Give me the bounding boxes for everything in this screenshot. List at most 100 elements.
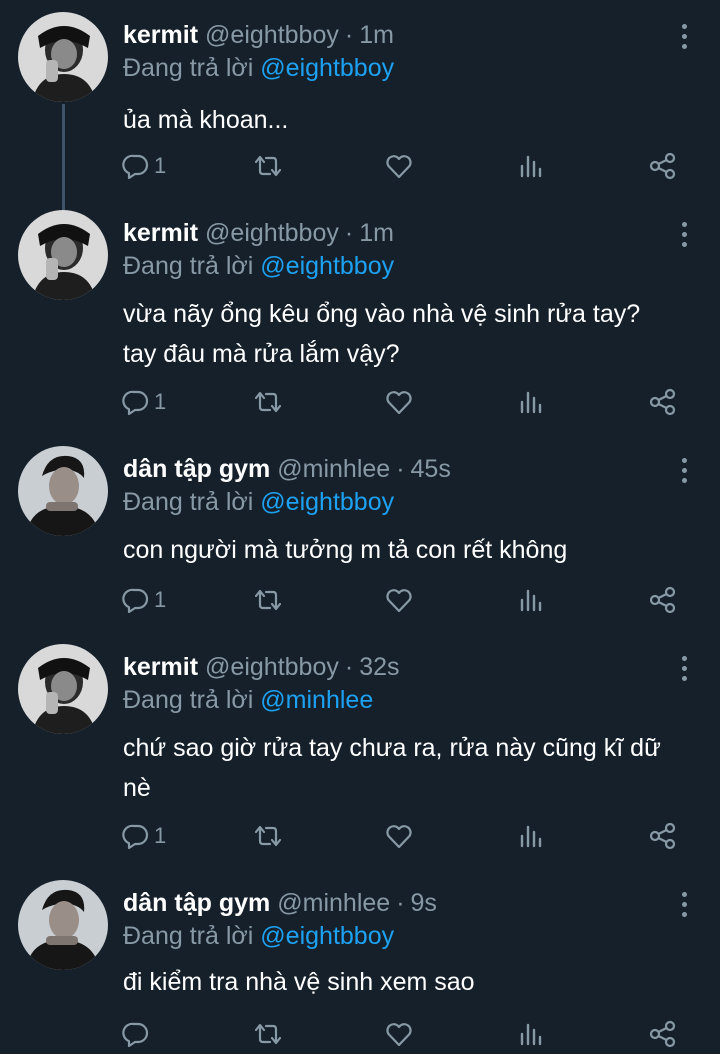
share-button[interactable] <box>648 148 678 184</box>
analytics-button[interactable] <box>518 384 544 420</box>
author-handle[interactable]: @eightbboy <box>205 650 339 684</box>
share-icon <box>649 152 676 180</box>
retweet-icon <box>254 1023 282 1045</box>
tweet-actions: 1 <box>0 148 720 184</box>
avatar[interactable] <box>18 644 108 734</box>
replying-to: Đang trả lời @eightbboy <box>123 486 394 518</box>
replying-to: Đang trả lời @minhlee <box>123 684 373 716</box>
timestamp[interactable]: 1m <box>359 18 394 52</box>
retweet-button[interactable] <box>252 148 284 184</box>
reply-button[interactable]: 1 <box>122 148 166 184</box>
avatar[interactable] <box>18 210 108 300</box>
timestamp[interactable]: 1m <box>359 216 394 250</box>
like-button[interactable] <box>384 1016 414 1052</box>
reply-count: 1 <box>154 823 167 848</box>
reply-icon <box>122 824 149 850</box>
retweet-button[interactable] <box>252 384 284 420</box>
like-button[interactable] <box>384 818 414 854</box>
timestamp[interactable]: 45s <box>411 452 451 486</box>
share-icon <box>649 1020 676 1048</box>
more-vertical-icon[interactable] <box>674 652 694 684</box>
tweet-actions: 1 <box>0 582 720 618</box>
retweet-button[interactable] <box>252 582 284 618</box>
tweet-text: con người mà tưởng m tả con rết không <box>123 536 568 564</box>
tweet[interactable]: kermit @eightbboy · 32s Đang trả lời @mi… <box>0 644 720 874</box>
reply-button[interactable] <box>122 1016 154 1052</box>
heart-icon <box>386 825 412 849</box>
author-name[interactable]: dân tập gym <box>123 452 270 486</box>
like-button[interactable] <box>384 384 414 420</box>
reply-icon <box>122 1022 149 1048</box>
mention-link[interactable]: @eightbboy <box>260 252 394 280</box>
tweet[interactable]: dân tập gym @minhlee · 45s Đang trả lời … <box>0 446 720 642</box>
mention-link[interactable]: @minhlee <box>260 686 373 714</box>
author-handle[interactable]: @eightbboy <box>205 216 339 250</box>
replying-label: Đang trả lời <box>123 686 254 714</box>
more-vertical-icon[interactable] <box>674 20 694 52</box>
separator: · <box>344 219 354 247</box>
analytics-icon <box>520 391 542 414</box>
analytics-button[interactable] <box>518 148 544 184</box>
separator: · <box>344 21 354 49</box>
heart-icon <box>386 589 412 613</box>
author-name[interactable]: kermit <box>123 18 198 52</box>
author-handle[interactable]: @eightbboy <box>205 18 339 52</box>
analytics-icon <box>520 825 542 848</box>
mention-link[interactable]: @eightbboy <box>260 54 394 82</box>
timestamp[interactable]: 9s <box>411 886 437 920</box>
avatar[interactable] <box>18 880 108 970</box>
tweet[interactable]: kermit @eightbboy · 1m Đang trả lời @eig… <box>0 210 720 440</box>
author-handle[interactable]: @minhlee <box>277 452 390 486</box>
tweet-text: chứ sao giờ rửa tay chưa ra, rửa này cũn… <box>123 734 661 802</box>
tweet-text: đi kiểm tra nhà vệ sinh xem sao <box>123 968 475 996</box>
share-button[interactable] <box>648 818 678 854</box>
author-name[interactable]: kermit <box>123 650 198 684</box>
more-vertical-icon[interactable] <box>674 888 694 920</box>
reply-count: 1 <box>154 587 167 612</box>
mention-link[interactable]: @eightbboy <box>260 488 394 516</box>
reply-button[interactable]: 1 <box>122 384 166 420</box>
author-name[interactable]: dân tập gym <box>123 886 270 920</box>
timestamp[interactable]: 32s <box>359 650 399 684</box>
like-button[interactable] <box>384 582 414 618</box>
share-icon <box>649 586 676 614</box>
like-button[interactable] <box>384 148 414 184</box>
replying-to: Đang trả lời @eightbboy <box>123 920 394 952</box>
analytics-button[interactable] <box>518 582 544 618</box>
share-button[interactable] <box>648 582 678 618</box>
replying-label: Đang trả lời <box>123 922 254 950</box>
avatar[interactable] <box>18 12 108 102</box>
retweet-icon <box>254 155 282 177</box>
reply-icon <box>122 588 149 614</box>
tweet-actions <box>0 1016 720 1052</box>
tweet[interactable]: dân tập gym @minhlee · 9s Đang trả lời @… <box>0 880 720 1054</box>
author-name[interactable]: kermit <box>123 216 198 250</box>
reply-icon <box>122 154 149 180</box>
analytics-button[interactable] <box>518 818 544 854</box>
replying-label: Đang trả lời <box>123 252 254 280</box>
tweet-text: vừa nãy ổng kêu ổng vào nhà vệ sinh rửa … <box>123 300 641 368</box>
more-vertical-icon[interactable] <box>674 454 694 486</box>
heart-icon <box>386 391 412 415</box>
replying-to: Đang trả lời @eightbboy <box>123 250 394 282</box>
share-button[interactable] <box>648 1016 678 1052</box>
replying-label: Đang trả lời <box>123 54 254 82</box>
retweet-button[interactable] <box>252 818 284 854</box>
more-vertical-icon[interactable] <box>674 218 694 250</box>
reply-button[interactable]: 1 <box>122 582 166 618</box>
tweet[interactable]: kermit @eightbboy · 1m Đang trả lời @eig… <box>0 12 720 208</box>
avatar[interactable] <box>18 446 108 536</box>
retweet-icon <box>254 391 282 413</box>
retweet-icon <box>254 825 282 847</box>
analytics-icon <box>520 589 542 612</box>
separator: · <box>396 889 405 917</box>
analytics-button[interactable] <box>518 1016 544 1052</box>
reply-button[interactable]: 1 <box>122 818 166 854</box>
share-icon <box>649 388 676 416</box>
share-button[interactable] <box>648 384 678 420</box>
reply-icon <box>122 390 149 416</box>
author-handle[interactable]: @minhlee <box>277 886 390 920</box>
mention-link[interactable]: @eightbboy <box>260 922 394 950</box>
retweet-button[interactable] <box>252 1016 284 1052</box>
heart-icon <box>386 1023 412 1047</box>
